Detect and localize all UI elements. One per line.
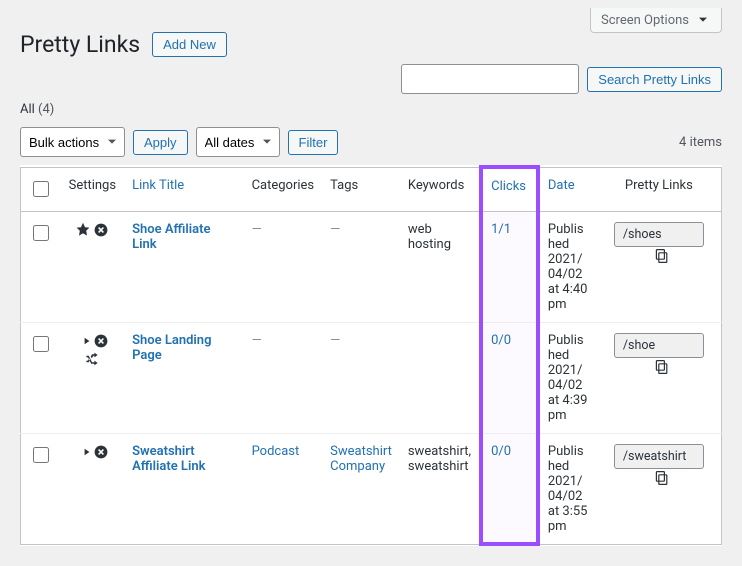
screen-options-toggle[interactable]: Screen Options [590, 8, 722, 33]
screen-options-label: Screen Options [601, 13, 689, 28]
keywords-value: sweatshirt, sweatshirt [408, 444, 471, 474]
filter-tab-all[interactable]: All (4) [20, 102, 54, 117]
chevron-down-icon [695, 12, 711, 28]
filter-button[interactable]: Filter [288, 130, 339, 155]
page-title: Pretty Links [20, 31, 140, 58]
forward-icon[interactable] [75, 333, 91, 349]
apply-bulk-button[interactable]: Apply [133, 130, 188, 155]
date-value: Published 2021/04/02 at 3:55 pm [548, 444, 588, 534]
empty-value: — [252, 222, 262, 237]
link-title[interactable]: Shoe Affiliate Link [132, 222, 210, 252]
search-button[interactable]: Search Pretty Links [587, 67, 722, 92]
col-clicks[interactable]: Clicks [481, 167, 538, 211]
col-settings: Settings [61, 167, 124, 211]
col-keywords: Keywords [400, 167, 481, 211]
keywords-value: web hosting [408, 222, 451, 252]
copy-icon[interactable] [653, 469, 671, 487]
empty-value: — [330, 333, 340, 348]
table-row: Shoe Affiliate Link — — web hosting 1/1 Publi… [21, 211, 722, 322]
link-title[interactable]: Sweatshirt Affiliate Link [132, 444, 205, 474]
pretty-link-slug[interactable]: /shoes [614, 222, 704, 247]
date-value: Published 2021/04/02 at 4:39 pm [548, 333, 588, 423]
star-icon[interactable] [75, 222, 91, 238]
shuffle-icon[interactable] [84, 351, 100, 367]
empty-value: — [330, 222, 340, 237]
category-link[interactable]: Podcast [252, 444, 300, 459]
x-icon[interactable] [93, 333, 109, 349]
col-categories: Categories [244, 167, 323, 211]
col-link-title[interactable]: Link Title [124, 167, 244, 211]
table-row: Shoe Landing Page — — 0/0 Published 2021/04/… [21, 322, 722, 433]
row-checkbox[interactable] [33, 336, 49, 352]
items-count: 4 items [679, 135, 722, 150]
table-row: Sweatshirt Affiliate Link Podcast Sweatshi… [21, 433, 722, 544]
clicks-link[interactable]: 0/0 [491, 333, 511, 348]
x-icon[interactable] [93, 222, 109, 238]
date-value: Published 2021/04/02 at 4:40 pm [548, 222, 588, 312]
row-checkbox[interactable] [33, 447, 49, 463]
clicks-link[interactable]: 1/1 [491, 222, 511, 237]
col-pretty-links: Pretty Links [597, 167, 722, 211]
x-icon[interactable] [93, 444, 109, 460]
select-all-checkbox[interactable] [33, 181, 49, 197]
copy-icon[interactable] [653, 358, 671, 376]
links-table: Settings Link Title Categories Tags Keyw… [20, 165, 722, 546]
date-filter-select[interactable]: All dates [196, 127, 280, 157]
empty-value: — [252, 333, 262, 348]
pretty-link-slug[interactable]: /shoe [614, 333, 704, 358]
search-input[interactable] [401, 64, 579, 94]
filter-tabs: All (4) [20, 102, 722, 117]
tag-link[interactable]: Sweatshirt Company [330, 444, 392, 474]
add-new-button[interactable]: Add New [152, 32, 227, 57]
col-tags: Tags [322, 167, 400, 211]
link-title[interactable]: Shoe Landing Page [132, 333, 211, 363]
pretty-link-slug[interactable]: /sweatshirt [614, 444, 704, 469]
forward-icon[interactable] [75, 444, 91, 460]
clicks-link[interactable]: 0/0 [491, 444, 511, 459]
copy-icon[interactable] [653, 247, 671, 265]
bulk-actions-select[interactable]: Bulk actions [20, 127, 125, 157]
col-date[interactable]: Date [538, 167, 597, 211]
row-checkbox[interactable] [33, 225, 49, 241]
